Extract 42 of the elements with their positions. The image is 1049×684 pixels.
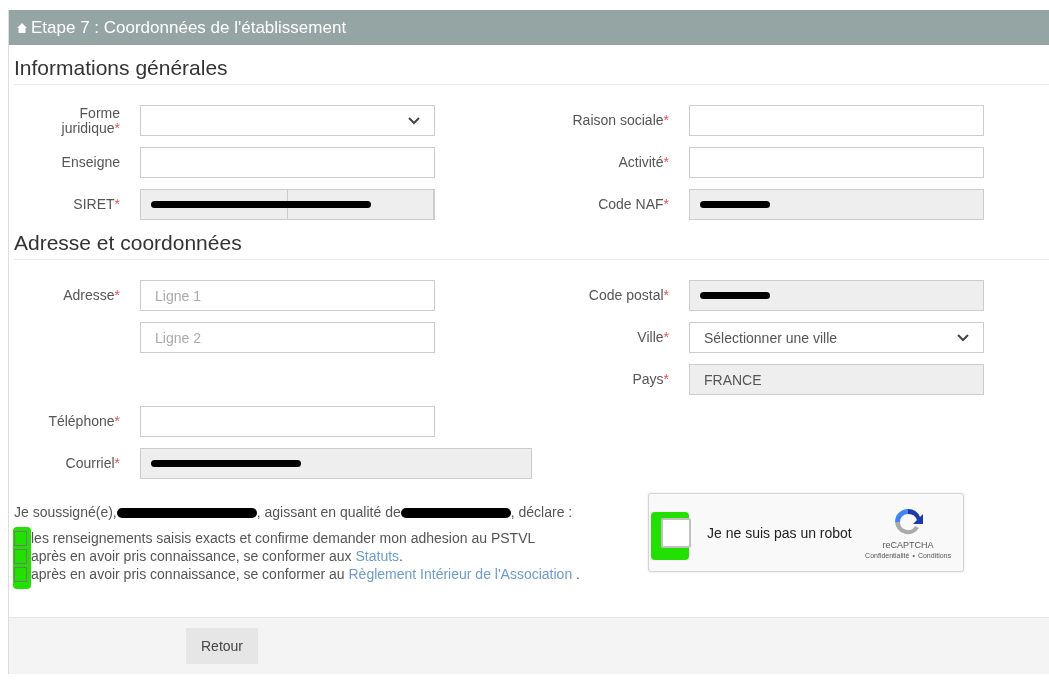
checkbox[interactable] — [14, 531, 27, 546]
field-label: Adresse* — [63, 288, 120, 303]
chevron-down-icon — [408, 116, 420, 125]
field-label: Courriel* — [65, 456, 120, 471]
declaration-text: Je soussigné(e), , agissant en qualité de , déclare : — [14, 503, 574, 521]
section-title: Adresse et coordonnées — [14, 220, 1049, 260]
agreement-text: les renseignements saisis exacts et confirme demander mon adhesion au PSTVL — [31, 529, 536, 547]
home-icon — [17, 22, 27, 33]
section-title: Informations générales — [14, 45, 1049, 85]
agreement-text: après en avoir pris connaissance, se conformer aux Statuts. — [31, 547, 403, 565]
field-label: Activité* — [618, 155, 669, 170]
input-field[interactable]: Ligne 1 — [140, 280, 435, 311]
field-label: Raison sociale* — [572, 113, 669, 128]
input-field[interactable] — [689, 280, 984, 311]
input-field[interactable] — [140, 406, 435, 437]
step-title: Etape 7 : Coordonnées de l'établissement — [31, 17, 347, 38]
input-field[interactable]: Ligne 2 — [140, 322, 435, 353]
input-field[interactable] — [689, 189, 984, 220]
field-label: Enseigne — [61, 155, 120, 170]
captcha-brand: reCAPTCHA — [882, 540, 934, 550]
select-field[interactable]: Sélectionner une ville — [689, 322, 984, 353]
checkbox[interactable] — [14, 567, 27, 582]
input-field[interactable] — [140, 147, 435, 178]
field-label: Pays* — [632, 372, 669, 387]
agreement-text: après en avoir pris connaissance, se conformer au Règlement Intérieur de l'Association . — [31, 565, 580, 583]
field-label: SIRET* — [73, 197, 120, 212]
field-label: Code postal* — [588, 288, 669, 303]
field-label: Ville* — [637, 330, 669, 345]
field-label: Code NAF* — [598, 197, 669, 212]
input-field[interactable] — [140, 448, 532, 479]
field-label: Forme juridique* — [60, 105, 120, 136]
field-label: Téléphone* — [48, 414, 120, 429]
select-field[interactable] — [140, 105, 435, 136]
input-field[interactable] — [689, 147, 984, 178]
chevron-down-icon — [957, 333, 969, 342]
captcha-label: Je ne suis pas un robot — [707, 524, 853, 541]
captcha-checkbox[interactable] — [661, 517, 691, 548]
input-field[interactable] — [689, 105, 984, 136]
back-button[interactable]: Retour — [186, 628, 259, 664]
checkbox[interactable] — [14, 549, 27, 564]
input-field[interactable] — [140, 189, 435, 220]
input-field[interactable]: FRANCE — [689, 364, 984, 395]
